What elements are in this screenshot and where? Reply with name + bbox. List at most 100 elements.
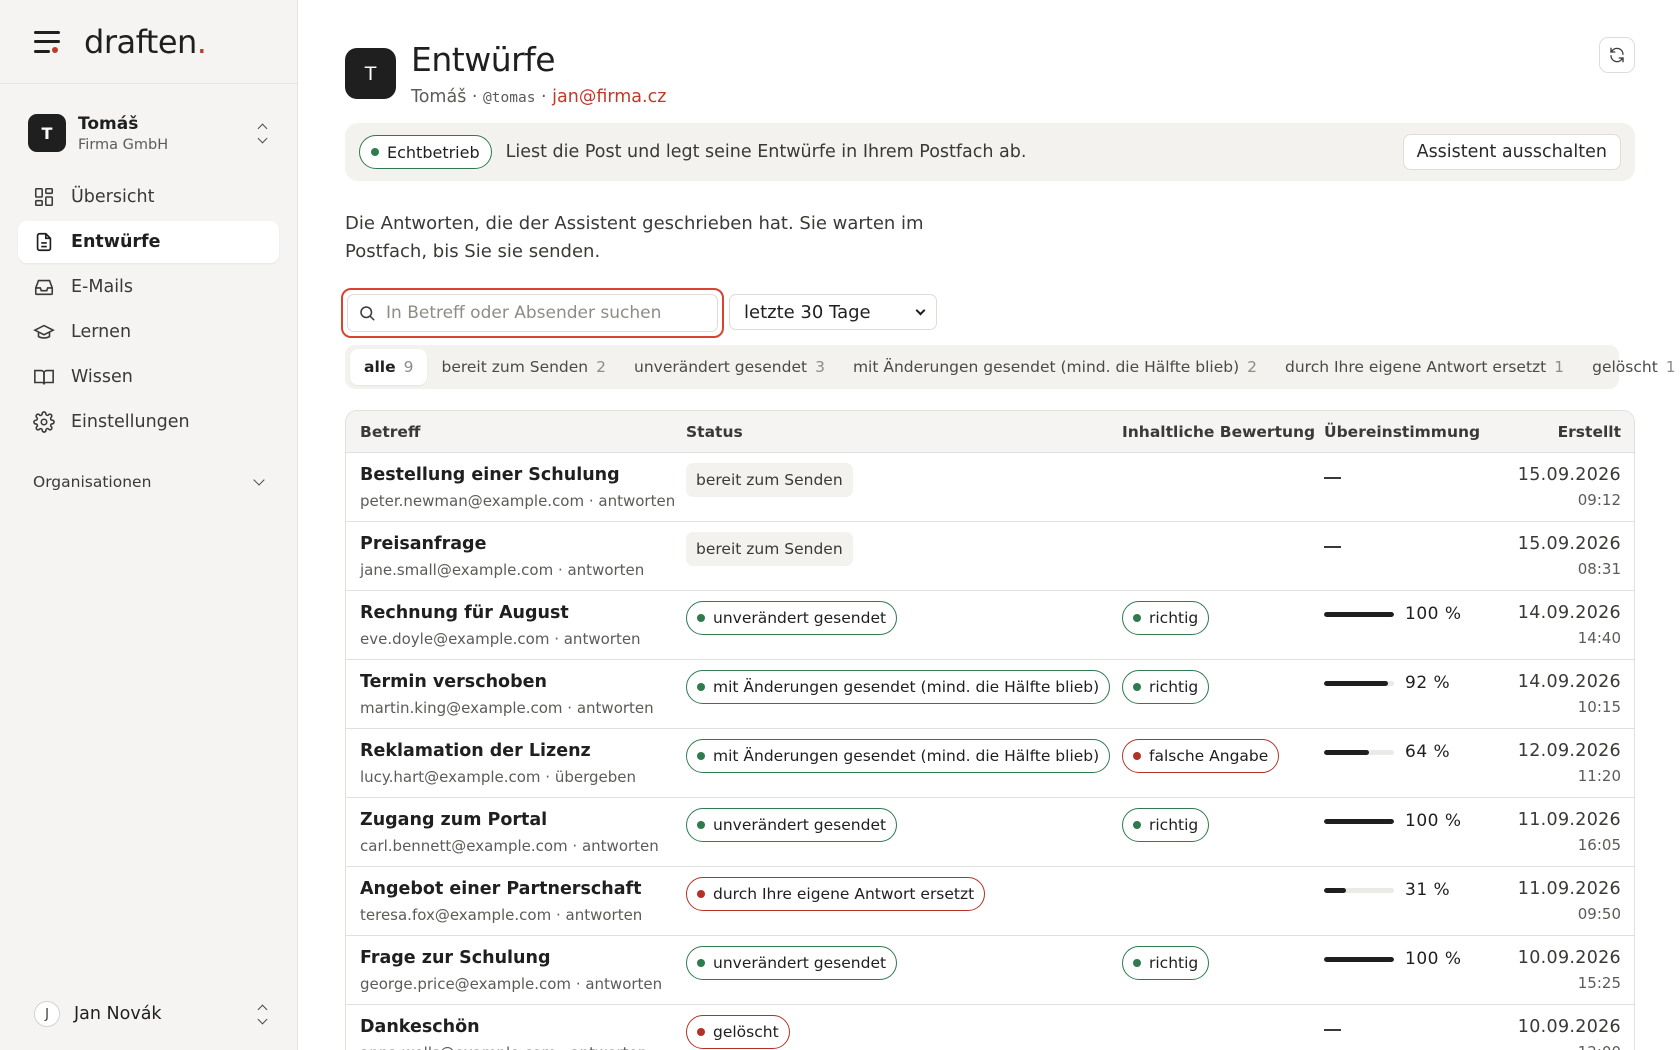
table-row[interactable]: Termin verschoben martin.king@example.com… [346, 660, 1634, 729]
brand-bar: draften. [0, 0, 297, 84]
refresh-icon [1610, 47, 1624, 63]
owner-email[interactable]: jan@firma.cz [552, 87, 666, 107]
row-date: 14.09.2026 [1517, 672, 1621, 692]
col-status[interactable]: Status [686, 423, 1122, 441]
status-dot-icon [697, 683, 705, 691]
table-row[interactable]: Bestellung einer Schulung peter.newman@ex… [346, 453, 1634, 522]
filter-deleted[interactable]: gelöscht 1 [1578, 349, 1680, 385]
page-description: Die Antworten, die der Assistent geschri… [345, 213, 924, 262]
owner-name: Tomáš [411, 87, 467, 107]
table-row[interactable]: Angebot einer Partnerschaft teresa.fox@ex… [346, 867, 1634, 936]
sidebar-item-lernen[interactable]: Lernen [18, 311, 279, 353]
banner-text: Liest die Post und legt seine Entwürfe i… [505, 142, 1027, 162]
row-sender: jane.small@example.com · antworten [360, 561, 645, 579]
page-subtitle: Tomáš · @tomas · jan@firma.cz [411, 87, 667, 107]
filter-sent-unchanged[interactable]: unverändert gesendet 3 [620, 349, 839, 385]
table-row[interactable]: Rechnung für August eve.doyle@example.com… [346, 591, 1634, 660]
match-bar [1324, 887, 1394, 893]
table-row[interactable]: Frage zur Schulung george.price@example.c… [346, 936, 1634, 1005]
status-dot-icon [371, 148, 379, 156]
evaluation-badge: richtig [1122, 946, 1210, 980]
mode-banner: Echtbetrieb Liest die Post und legt sein… [345, 123, 1635, 181]
match-percent: 100 % [1405, 811, 1462, 831]
status-dot-icon [697, 614, 705, 622]
status-dot-icon [1133, 683, 1141, 691]
table-row[interactable]: Preisanfrage jane.small@example.com · ant… [346, 522, 1634, 591]
status-badge: gelöscht [686, 1015, 790, 1049]
row-subject[interactable]: Rechnung für August [360, 603, 686, 623]
menu-icon[interactable] [34, 30, 60, 53]
search-box[interactable] [347, 294, 718, 332]
filter-ready[interactable]: bereit zum Senden 2 [427, 349, 620, 385]
owner-handle: @tomas [483, 90, 536, 106]
status-badge: unverändert gesendet [686, 808, 898, 842]
table-row[interactable]: Zugang zum Portal carl.bennett@example.co… [346, 798, 1634, 867]
sidebar-group-organisationen[interactable]: Organisationen [18, 467, 279, 497]
row-time: 14:40 [1577, 629, 1621, 647]
row-subject[interactable]: Reklamation der Lizenz [360, 741, 686, 761]
status-badge: mit Änderungen gesendet (mind. die Hälft… [686, 670, 1111, 704]
match-indicator: 100 % [1324, 948, 1504, 970]
row-subject[interactable]: Termin verschoben [360, 672, 686, 692]
date-range-select[interactable]: letzte 30 Tage [729, 294, 937, 330]
refresh-button[interactable] [1599, 37, 1635, 73]
sidebar-group-label: Organisationen [33, 473, 152, 491]
row-date: 15.09.2026 [1517, 465, 1621, 485]
sidebar-item-uebersicht[interactable]: Übersicht [18, 176, 279, 218]
row-time: 08:31 [1577, 560, 1621, 578]
sidebar-item-wissen[interactable]: Wissen [18, 356, 279, 398]
row-date: 15.09.2026 [1517, 534, 1621, 554]
row-subject[interactable]: Bestellung einer Schulung [360, 465, 686, 485]
col-subject[interactable]: Betreff [346, 423, 686, 441]
match-indicator: 64 % [1324, 741, 1504, 763]
user-avatar: J [34, 1001, 60, 1027]
row-sender: george.price@example.com · antworten [360, 975, 663, 993]
status-filter-tabs: alle 9 bereit zum Senden 2 unverändert ges… [345, 345, 1676, 389]
sidebar-item-einstellungen[interactable]: Einstellungen [18, 401, 279, 443]
app-logo[interactable]: draften. [84, 23, 207, 61]
table-body: Bestellung einer Schulung peter.newman@ex… [346, 453, 1634, 1050]
account-switcher[interactable]: T Tomáš Firma GmbH [28, 110, 269, 156]
row-subject[interactable]: Angebot einer Partnerschaft [360, 879, 686, 899]
row-sender: martin.king@example.com · antworten [360, 699, 654, 717]
search-highlight [341, 288, 724, 338]
user-menu[interactable]: J Jan Novák [34, 994, 269, 1034]
col-created[interactable]: Erstellt [1504, 423, 1634, 441]
sidebar-item-label: E-Mails [71, 277, 134, 297]
match-bar-fill [1324, 680, 1389, 686]
disable-assistant-button[interactable]: Assistent ausschalten [1402, 134, 1621, 170]
search-input[interactable] [386, 303, 706, 323]
empty-dash [1324, 546, 1341, 548]
match-bar [1324, 680, 1394, 686]
row-time: 09:12 [1577, 491, 1621, 509]
table-header: Betreff Status Inhaltliche Bewertung Übe… [346, 411, 1634, 453]
row-subject[interactable]: Dankeschön [360, 1017, 686, 1037]
row-date: 11.09.2026 [1517, 879, 1621, 899]
row-subject[interactable]: Preisanfrage [360, 534, 686, 554]
filter-all[interactable]: alle 9 [350, 349, 428, 385]
search-icon [360, 306, 375, 321]
row-time: 15:25 [1577, 974, 1621, 992]
row-date: 11.09.2026 [1517, 810, 1621, 830]
filter-sent-edited[interactable]: mit Änderungen gesendet (mind. die Hälft… [839, 349, 1271, 385]
evaluation-badge: falsche Angabe [1122, 739, 1280, 773]
evaluation-badge: richtig [1122, 808, 1210, 842]
row-subject[interactable]: Frage zur Schulung [360, 948, 686, 968]
col-match[interactable]: Übereinstimmung [1324, 423, 1504, 441]
match-percent: 92 % [1405, 673, 1451, 693]
row-date: 10.09.2026 [1517, 1017, 1621, 1037]
status-badge: bereit zum Senden [686, 532, 853, 566]
match-percent: 31 % [1405, 880, 1451, 900]
status-badge: Echtbetrieb [359, 135, 492, 169]
sidebar-item-entwuerfe[interactable]: Entwürfe [18, 221, 279, 263]
table-row[interactable]: Reklamation der Lizenz lucy.hart@example.… [346, 729, 1634, 798]
col-evaluation[interactable]: Inhaltliche Bewertung [1122, 423, 1324, 441]
filter-replaced[interactable]: durch Ihre eigene Antwort ersetzt 1 [1271, 349, 1578, 385]
sidebar-item-emails[interactable]: E-Mails [18, 266, 279, 308]
table-row[interactable]: Dankeschön anna.wells@example.com · antwo… [346, 1005, 1634, 1050]
chevron-updown-icon [255, 123, 269, 143]
status-dot-icon [1133, 614, 1141, 622]
row-subject[interactable]: Zugang zum Portal [360, 810, 686, 830]
empty-dash [1324, 1029, 1341, 1031]
match-percent: 100 % [1405, 949, 1462, 969]
